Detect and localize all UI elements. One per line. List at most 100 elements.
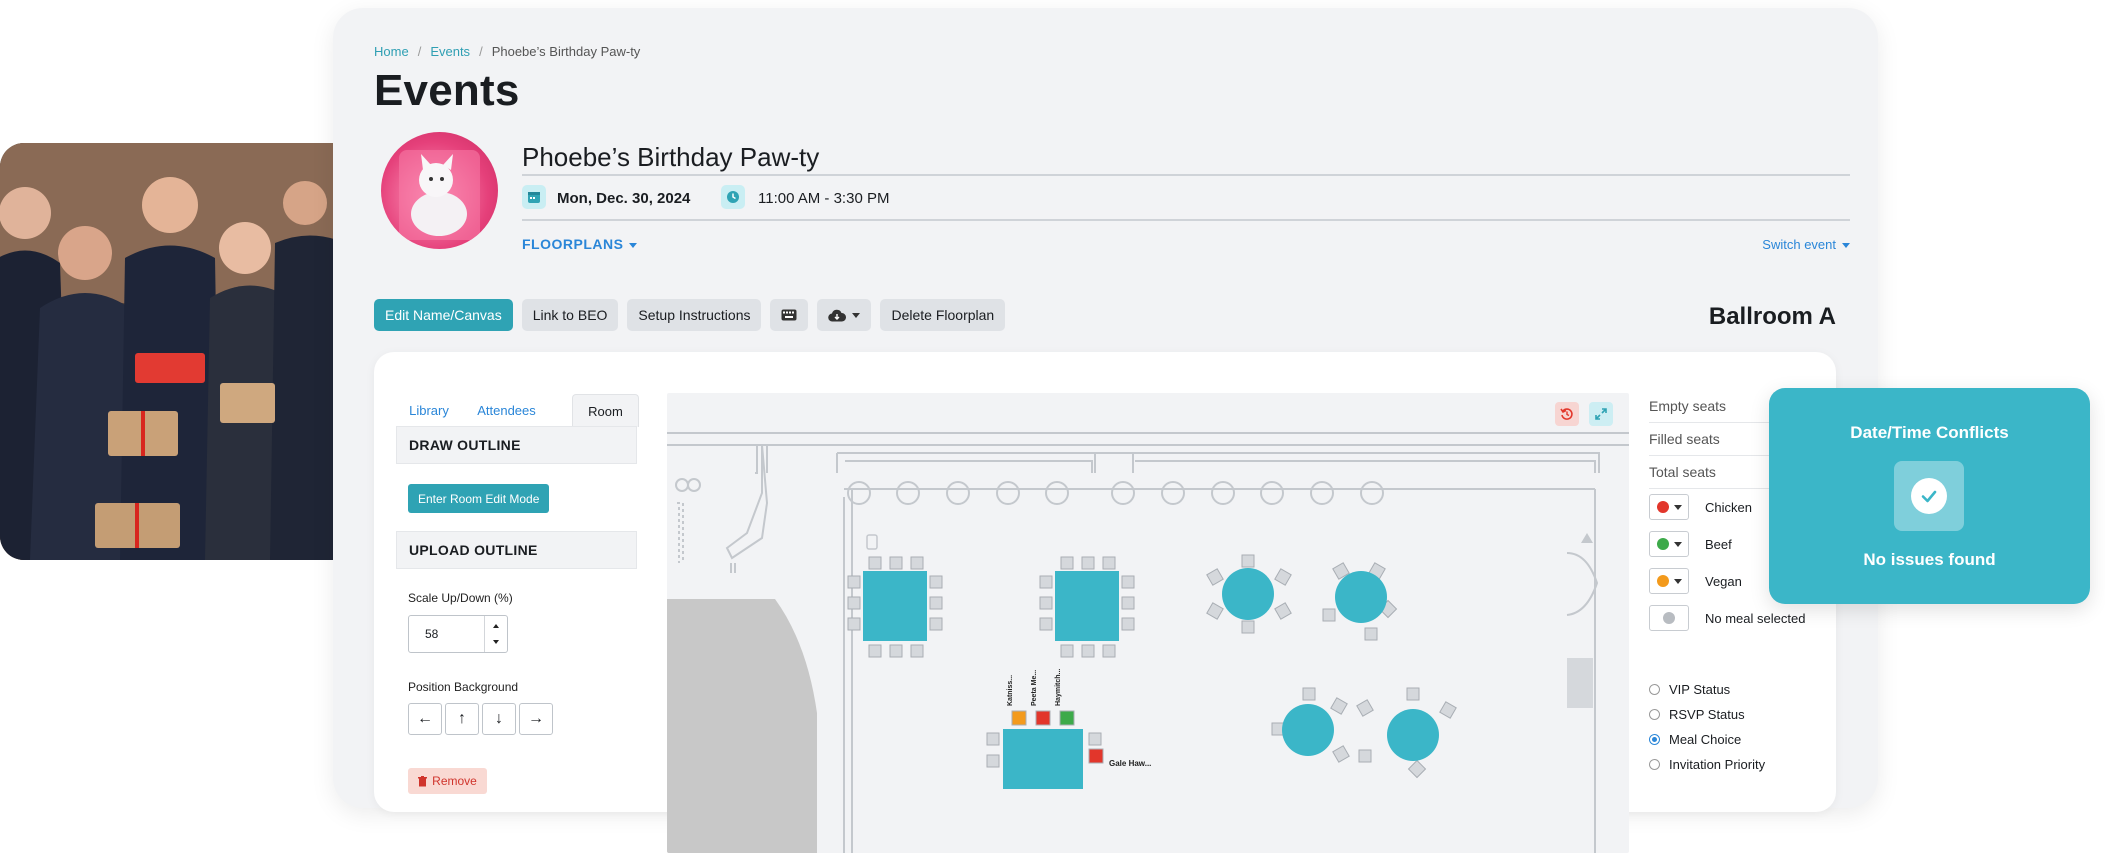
color-dot	[1656, 575, 1669, 587]
draw-outline-heading: DRAW OUTLINE	[396, 426, 637, 464]
move-down-button[interactable]: ↓	[482, 703, 516, 735]
meal-label: Chicken	[1705, 499, 1752, 515]
upload-outline-heading: UPLOAD OUTLINE	[396, 531, 637, 569]
round-table-2[interactable]	[1322, 562, 1398, 641]
app-window: Home / Events / Phoebe’s Birthday Paw-ty Eve…	[333, 8, 1878, 853]
radio-label: Meal Choice	[1669, 732, 1742, 747]
tab-attendees[interactable]: Attendees	[464, 394, 549, 426]
download-menu-button[interactable]	[817, 299, 872, 331]
floorplans-dropdown[interactable]: FLOORPLANS	[522, 236, 638, 252]
breadcrumb-events[interactable]: Events	[430, 44, 470, 59]
date-time-conflicts-card: Date/Time Conflicts No issues found	[1769, 388, 2090, 604]
guest-label: Gale Haw...	[1109, 759, 1152, 768]
room-name: Ballroom A	[1708, 303, 1836, 330]
square-table-1[interactable]	[847, 556, 943, 658]
breadcrumb: Home / Events / Phoebe’s Birthday Paw-ty	[374, 44, 641, 59]
color-by-vip[interactable]: VIP Status	[1649, 682, 1730, 697]
remove-label: Remove	[432, 774, 477, 788]
enter-room-edit-button[interactable]: Enter Room Edit Mode	[408, 484, 550, 513]
scale-label: Scale Up/Down (%)	[408, 591, 513, 605]
setup-instructions-button[interactable]: Setup Instructions	[627, 299, 762, 331]
keyboard-shortcuts-button[interactable]	[770, 299, 809, 331]
round-table-1[interactable]	[1206, 554, 1292, 634]
meal-row-none: No meal selected	[1649, 605, 1805, 631]
round-table-4[interactable]	[1356, 687, 1457, 779]
meal-color-picker[interactable]	[1649, 531, 1689, 557]
floorplans-label: FLOORPLANS	[522, 236, 624, 252]
chevron-down-icon	[852, 312, 861, 318]
radio-label: Invitation Priority	[1669, 757, 1766, 772]
move-up-button[interactable]: ↑	[445, 703, 479, 735]
trash-icon	[418, 775, 428, 786]
radio-label: RSVP Status	[1669, 707, 1745, 722]
meal-label: No meal selected	[1705, 610, 1806, 626]
event-time: 11:00 AM - 3:30 PM	[758, 190, 890, 207]
tab-room[interactable]: Room	[572, 394, 639, 427]
radio-label: VIP Status	[1669, 682, 1731, 697]
calendar-icon	[522, 185, 546, 209]
cloud-download-icon	[828, 309, 847, 322]
seat-label: Peeta Me...	[1031, 669, 1038, 706]
move-right-button[interactable]: →	[519, 703, 553, 735]
meal-row-vegan: Vegan	[1649, 568, 1742, 594]
color-by-rsvp[interactable]: RSVP Status	[1649, 707, 1745, 722]
conflicts-message: No issues found	[1863, 550, 1996, 569]
tables-layer	[847, 554, 1457, 789]
tab-library[interactable]: Library	[394, 394, 464, 426]
remove-button[interactable]: Remove	[408, 768, 487, 794]
breadcrumb-home[interactable]: Home	[374, 44, 409, 59]
event-date: Mon, Dec. 30, 2024	[557, 190, 691, 207]
square-table-2[interactable]	[1039, 556, 1135, 658]
switch-event-label: Switch event	[1762, 237, 1836, 252]
edit-name-canvas-button[interactable]: Edit Name/Canvas	[374, 299, 513, 331]
floorplan-workspace: Library Attendees Room DRAW OUTLINE Ente…	[374, 352, 1836, 853]
toolbar: Edit Name/Canvas Link to BEO Setup Instr…	[374, 299, 1006, 331]
move-left-button[interactable]: ←	[408, 703, 442, 735]
scale-input[interactable]: 58	[408, 615, 508, 653]
round-table-3[interactable]	[1271, 687, 1350, 763]
meal-row-chicken: Chicken	[1649, 494, 1752, 520]
page-title: Events	[374, 66, 520, 115]
seat-label: Katniss...	[1007, 674, 1014, 706]
color-dot	[1656, 501, 1669, 513]
scale-value: 58	[425, 627, 439, 641]
chevron-down-icon	[1673, 578, 1682, 584]
chevron-down-icon	[1842, 243, 1850, 249]
divider	[522, 219, 1850, 221]
meal-color-picker[interactable]	[1649, 605, 1689, 631]
meal-color-picker[interactable]	[1649, 494, 1689, 520]
event-avatar	[381, 132, 498, 249]
conflicts-title: Date/Time Conflicts	[1850, 423, 2009, 442]
hero-photo	[0, 143, 336, 560]
clock-icon	[721, 185, 745, 209]
keyboard-icon	[781, 309, 797, 321]
radio-button[interactable]	[1649, 684, 1660, 695]
divider	[522, 174, 1850, 176]
color-dot	[1663, 612, 1675, 624]
meal-label: Beef	[1705, 536, 1732, 552]
delete-floorplan-button[interactable]: Delete Floorplan	[880, 299, 1006, 331]
scale-stepper[interactable]	[484, 616, 507, 652]
radio-button[interactable]	[1649, 734, 1660, 745]
radio-button[interactable]	[1649, 759, 1660, 770]
link-to-beo-button[interactable]: Link to BEO	[521, 299, 619, 331]
color-dot	[1656, 538, 1669, 550]
switch-event-dropdown[interactable]: Switch event	[1762, 237, 1850, 252]
meal-color-picker[interactable]	[1649, 568, 1689, 594]
floorplan-canvas[interactable]: Katniss... Peeta Me... Haymitch... Gale …	[667, 393, 1629, 853]
chevron-down-icon	[1673, 504, 1682, 510]
color-by-meal[interactable]: Meal Choice	[1649, 732, 1741, 747]
event-name: Phoebe’s Birthday Paw-ty	[522, 142, 820, 172]
meal-label: Vegan	[1705, 573, 1742, 589]
square-table-3[interactable]	[986, 710, 1104, 789]
radio-button[interactable]	[1649, 709, 1660, 720]
position-background-label: Position Background	[408, 680, 519, 694]
panel-tabs: Library Attendees Room	[394, 394, 639, 427]
color-by-priority[interactable]: Invitation Priority	[1649, 757, 1765, 772]
seat-label: Haymitch...	[1055, 668, 1062, 706]
meal-row-beef: Beef	[1649, 531, 1732, 557]
chevron-down-icon	[629, 242, 638, 248]
breadcrumb-current: Phoebe’s Birthday Paw-ty	[491, 44, 641, 59]
check-icon	[1894, 461, 1964, 531]
chevron-down-icon	[1673, 541, 1682, 547]
